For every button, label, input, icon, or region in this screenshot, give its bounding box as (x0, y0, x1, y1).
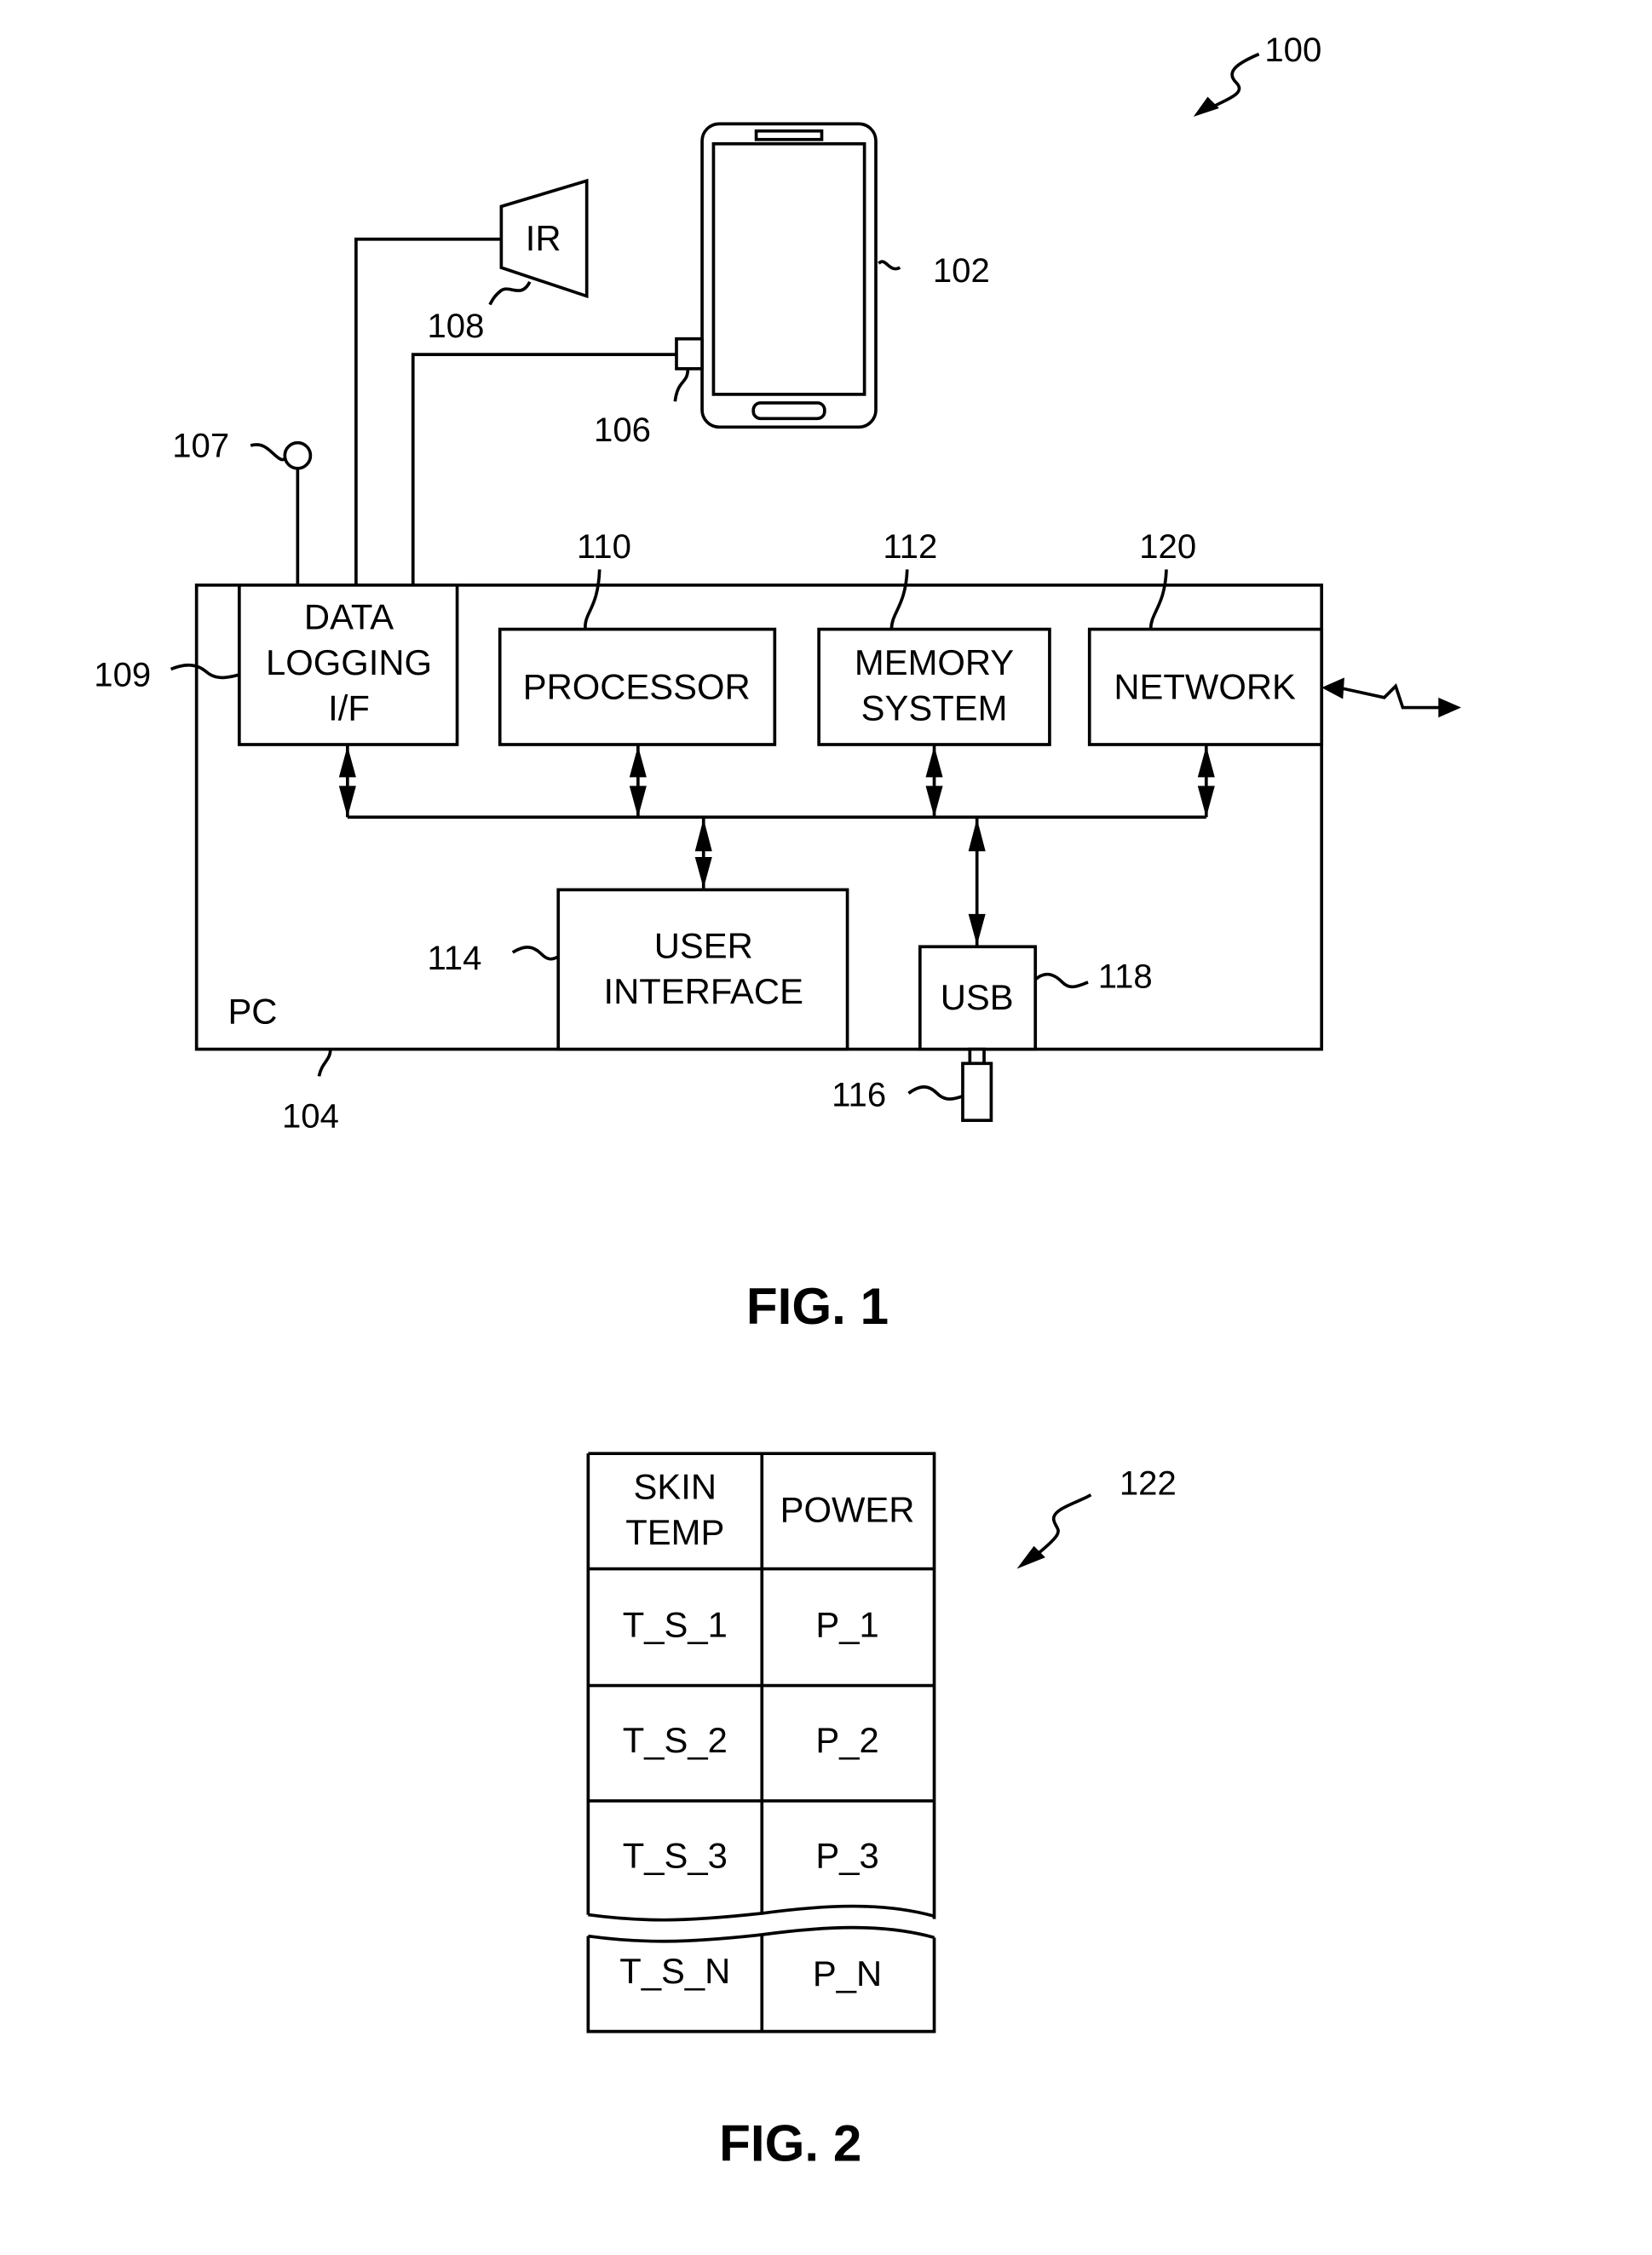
lookup-table: SKIN TEMP POWER T_S_1 P_1 T_S_2 P_2 T_S_… (586, 1452, 936, 2034)
memory-line1: MEMORY (855, 642, 1014, 682)
wire-ir (354, 237, 502, 585)
fig2-title: FIG. 2 (719, 2115, 861, 2172)
sensor-probe-icon (283, 440, 313, 470)
leader-line (907, 1085, 964, 1101)
cell-skin-temp: T_S_1 (623, 1605, 728, 1645)
ref-112-label: 112 (883, 528, 937, 566)
data-logging-line2: LOGGING (266, 642, 432, 682)
ref-109-label: 109 (94, 656, 151, 693)
ref-118-label: 118 (1098, 958, 1153, 996)
pc-label: PC (227, 992, 277, 1032)
ref-114-label: 114 (427, 940, 481, 977)
phone-screen (711, 141, 866, 396)
data-logging-line3: I/F (328, 688, 370, 728)
ref-107-label: 107 (172, 427, 229, 464)
user-interface-box (556, 888, 849, 1051)
ref-100: 100 (1193, 32, 1321, 118)
ir-sensor: IR 108 (427, 178, 589, 345)
ref-110-label: 110 (577, 528, 631, 566)
user-interface-line2: INTERFACE (604, 971, 803, 1011)
network-label: NETWORK (1114, 667, 1296, 707)
cell-power: P_2 (815, 1720, 878, 1760)
ref-102-label: 102 (933, 252, 990, 290)
user-interface-line1: USER (654, 926, 753, 966)
ref-108-label: 108 (427, 308, 484, 345)
leader-line (1035, 1493, 1092, 1556)
header-skin-temp-line1: SKIN (634, 1467, 717, 1507)
arrowhead-icon (1193, 96, 1219, 118)
ref-116-label: 116 (832, 1076, 886, 1113)
usb-stick-plug (968, 1047, 986, 1066)
cell-power: P_1 (815, 1605, 878, 1645)
header-skin-temp-line2: TEMP (625, 1512, 724, 1552)
cell-power: P_N (813, 1953, 882, 1993)
ref-122: 122 (1016, 1465, 1177, 1569)
leader-line (488, 280, 532, 306)
ir-label: IR (526, 218, 561, 258)
leader-line (1209, 52, 1260, 110)
wireless-link-line (1338, 683, 1442, 710)
ref-100-label: 100 (1264, 32, 1321, 69)
ref-106-label: 106 (594, 411, 651, 449)
data-logging-line1: DATA (304, 597, 394, 637)
memory-system: MEMORY SYSTEM 112 (817, 528, 1051, 746)
table-row: T_S_2 P_2 (623, 1720, 879, 1760)
table-row: T_S_3 P_3 (623, 1835, 879, 1875)
table-row: T_S_1 P_1 (623, 1605, 879, 1645)
arrowhead-icon (1438, 697, 1462, 718)
ref-122-label: 122 (1120, 1465, 1177, 1503)
usb-stick: 116 (832, 1047, 993, 1122)
leader-line (673, 368, 690, 402)
cell-skin-temp: T_S_N (619, 1951, 730, 1991)
fig2: 122 SKIN TEMP POWER T_S_1 P_1 T_S_2 P_2 … (586, 1452, 1177, 2172)
fig1-title: FIG. 1 (746, 1278, 889, 1335)
fig1: 100 102 106 IR 108 107 PC 104 DATA LOGGI… (94, 32, 1462, 1335)
header-power: POWER (780, 1489, 915, 1529)
processor: PROCESSOR 110 (498, 528, 777, 746)
mobile-device: 102 (700, 122, 990, 429)
leader-line (878, 260, 901, 271)
sensor-107: 107 (172, 427, 313, 470)
table-row: T_S_N P_N (619, 1951, 882, 1993)
memory-line2: SYSTEM (861, 688, 1008, 728)
network: NETWORK 120 (1087, 528, 1462, 746)
phone-speaker (754, 129, 824, 141)
patent-figure-sheet: 100 102 106 IR 108 107 PC 104 DATA LOGGI… (94, 32, 1462, 2172)
phone-home-button (751, 401, 826, 421)
cell-skin-temp: T_S_3 (623, 1835, 728, 1875)
cell-power: P_3 (815, 1835, 878, 1875)
leader-line (250, 443, 286, 462)
wire-connector (411, 353, 676, 585)
connector-plug (675, 337, 704, 371)
usb-label: USB (941, 977, 1014, 1017)
cell-skin-temp: T_S_2 (623, 1720, 728, 1760)
processor-label: PROCESSOR (523, 667, 751, 707)
ref-104-label: 104 (282, 1098, 339, 1136)
arrowhead-icon (1321, 677, 1344, 699)
ref-120-label: 120 (1139, 528, 1196, 566)
leader-line (317, 1049, 332, 1077)
usb-stick-body (961, 1061, 993, 1122)
data-logging-interface: DATA LOGGING I/F 109 (94, 583, 459, 746)
